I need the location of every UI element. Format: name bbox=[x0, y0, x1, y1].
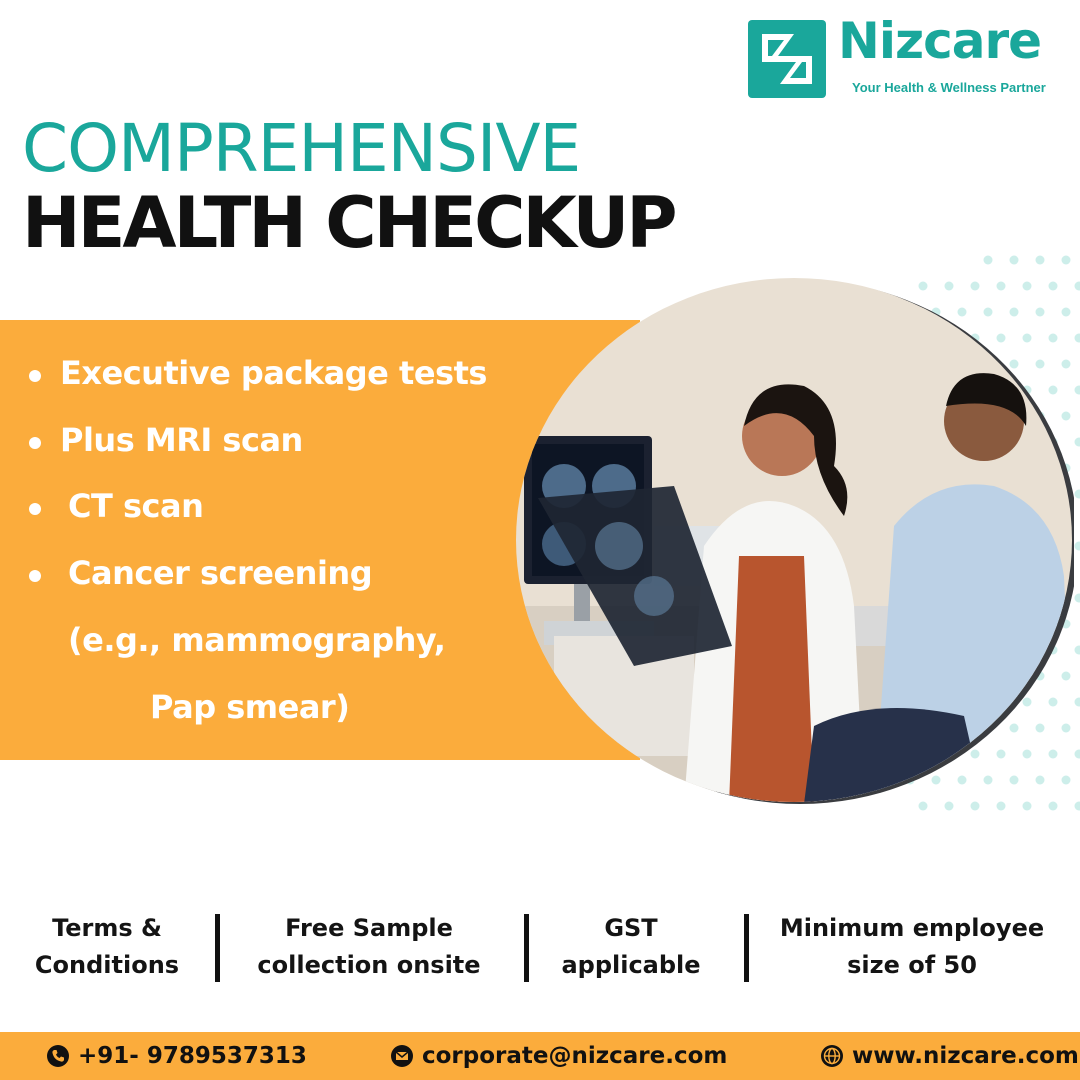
info-gst-line1: GST bbox=[604, 914, 658, 942]
decorative-dot bbox=[1074, 749, 1080, 759]
bullet bbox=[29, 503, 41, 515]
info-divider bbox=[744, 914, 749, 982]
brand-name: Nizcare bbox=[838, 12, 1042, 70]
feature-executive-package: Executive package tests bbox=[60, 354, 487, 392]
conditions-row: Terms & Conditions Free Sample collectio… bbox=[0, 900, 1080, 1000]
bullet bbox=[29, 437, 41, 449]
headline-line1: COMPREHENSIVE bbox=[22, 110, 581, 187]
brand-logo: Nizcare Your Health & Wellness Partner bbox=[748, 12, 1068, 100]
decorative-dot bbox=[1074, 489, 1080, 499]
info-minimum-employees-line2: size of 50 bbox=[847, 951, 977, 979]
info-free-sample-line2: collection onsite bbox=[257, 951, 481, 979]
phone-icon bbox=[47, 1045, 69, 1067]
info-gst-line2: applicable bbox=[561, 951, 701, 979]
contact-email[interactable]: corporate@nizcare.com bbox=[390, 1040, 727, 1072]
contact-phone-text: +91- 9789537313 bbox=[78, 1043, 307, 1069]
info-divider bbox=[215, 914, 220, 982]
decorative-dot bbox=[1074, 437, 1080, 447]
info-divider bbox=[524, 914, 529, 982]
contact-footer: +91- 9789537313 corporate@nizcare.com ww… bbox=[0, 1032, 1080, 1080]
feature-cancer-examples-1: (e.g., mammography, bbox=[68, 621, 446, 659]
bullet bbox=[29, 570, 41, 582]
feature-cancer-screening: Cancer screening bbox=[68, 554, 373, 592]
contact-website-text: www.nizcare.com bbox=[852, 1043, 1079, 1069]
feature-mri-scan: Plus MRI scan bbox=[60, 421, 303, 459]
decorative-dot bbox=[1074, 333, 1080, 343]
decorative-dot bbox=[1035, 255, 1045, 265]
decorative-dot bbox=[1074, 385, 1080, 395]
info-terms-line2: Conditions bbox=[34, 951, 180, 979]
decorative-dot bbox=[1009, 255, 1019, 265]
info-terms-line1: Terms & bbox=[52, 914, 162, 942]
info-minimum-employees: Minimum employee size of 50 bbox=[764, 910, 1060, 984]
decorative-dot bbox=[1074, 801, 1080, 811]
info-free-sample-line1: Free Sample bbox=[285, 914, 453, 942]
info-free-sample: Free Sample collection onsite bbox=[244, 910, 494, 984]
decorative-dot bbox=[983, 255, 993, 265]
mail-icon bbox=[391, 1045, 413, 1067]
decorative-dot bbox=[1074, 593, 1080, 603]
globe-icon bbox=[821, 1045, 843, 1067]
doctor-patient-photo bbox=[516, 278, 1074, 804]
decorative-dot bbox=[1074, 281, 1080, 291]
info-minimum-employees-line1: Minimum employee bbox=[779, 914, 1045, 942]
decorative-dot bbox=[1074, 645, 1080, 655]
nizcare-logo-icon bbox=[748, 20, 826, 98]
feature-cancer-examples-2: Pap smear) bbox=[150, 688, 350, 726]
feature-ct-scan: CT scan bbox=[68, 487, 204, 525]
decorative-dot bbox=[1074, 697, 1080, 707]
headline-line2: HEALTH CHECKUP bbox=[22, 182, 678, 264]
info-gst: GST applicable bbox=[548, 910, 714, 984]
info-terms: Terms & Conditions bbox=[14, 910, 200, 984]
contact-email-text: corporate@nizcare.com bbox=[422, 1043, 728, 1069]
brand-tagline: Your Health & Wellness Partner bbox=[852, 80, 1046, 95]
bullet bbox=[29, 370, 41, 382]
contact-website[interactable]: www.nizcare.com bbox=[820, 1040, 1079, 1072]
contact-phone[interactable]: +91- 9789537313 bbox=[46, 1040, 307, 1072]
decorative-dot bbox=[1074, 541, 1080, 551]
decorative-dot bbox=[1061, 255, 1071, 265]
